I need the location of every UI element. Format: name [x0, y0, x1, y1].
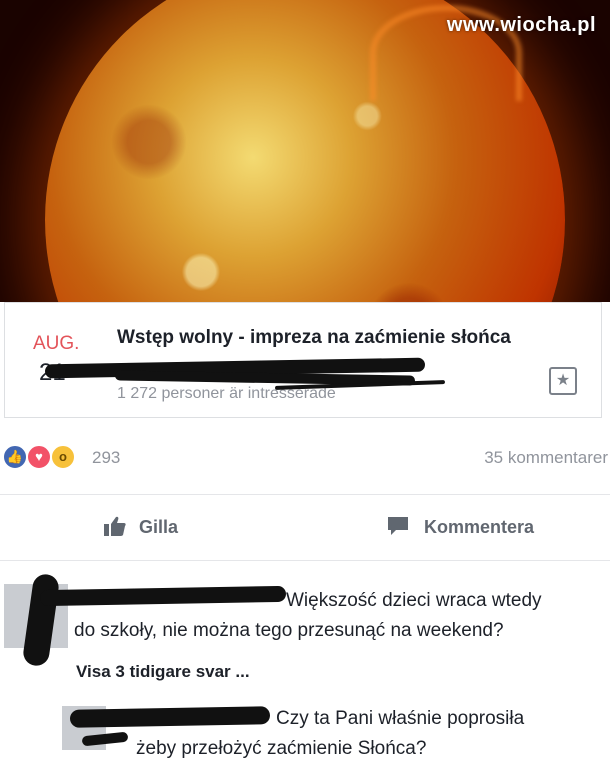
love-reaction-icon: ♥: [26, 444, 52, 470]
comment-button[interactable]: Kommentera: [386, 515, 534, 538]
event-date-month: AUG.: [33, 333, 80, 354]
comments-count[interactable]: 35 kommentarer: [484, 448, 608, 468]
comments-section: Większość dzieci wraca wtedy do szkoły, …: [0, 566, 610, 767]
thumbs-up-icon: [104, 516, 126, 536]
reply-text-line: Czy ta Pani właśnie poprosiła: [276, 708, 525, 729]
wow-reaction-icon: o: [50, 444, 76, 470]
like-label: Gilla: [139, 517, 179, 537]
watermark: www.wiocha.pl: [446, 14, 596, 36]
view-replies-link[interactable]: Visa 3 tidigare svar ...: [76, 662, 250, 682]
event-title[interactable]: Wstęp wolny - impreza na zaćmienie słońc…: [117, 327, 511, 349]
star-icon[interactable]: ★: [549, 367, 577, 395]
comment-bubble-icon: [388, 517, 408, 535]
like-reaction-icon: 👍: [2, 444, 28, 470]
comment-text-line: do szkoły, nie można tego przesunąć na w…: [74, 620, 504, 641]
reactions-count[interactable]: 293: [92, 448, 120, 468]
comment-text-line: Większość dzieci wraca wtedy: [286, 590, 542, 611]
event-card[interactable]: AUG. 21 Wstęp wolny - impreza na zaćmien…: [4, 302, 602, 418]
comment: Większość dzieci wraca wtedy do szkoły, …: [74, 586, 604, 646]
like-button[interactable]: Gilla: [103, 515, 178, 538]
reply-text-line: żeby przełożyć zaćmienie Słońca?: [136, 738, 427, 759]
divider: [0, 494, 610, 495]
event-cover-image[interactable]: www.wiocha.pl: [0, 0, 610, 302]
comment-label: Kommentera: [424, 517, 535, 537]
reactions-summary[interactable]: 👍 ♥ o 293 35 kommentarer: [0, 440, 610, 474]
divider: [0, 560, 610, 561]
reply: Czy ta Pani właśnie poprosiła żeby przeł…: [110, 704, 590, 764]
